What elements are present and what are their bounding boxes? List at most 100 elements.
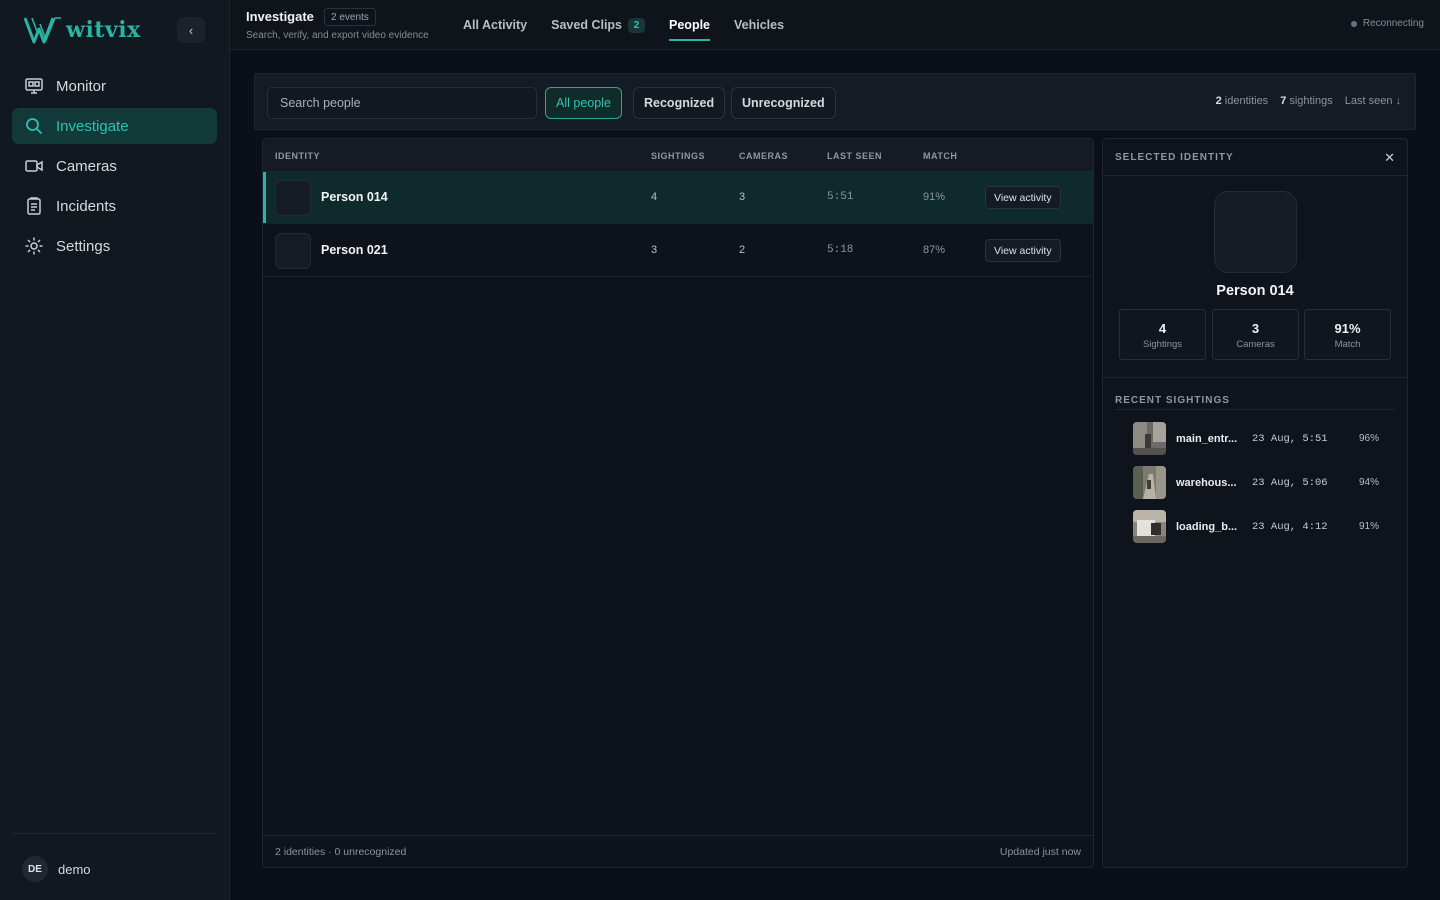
filter-bar: All people Recognized Unrecognized 2 ide… [254,73,1416,130]
tab-all-activity[interactable]: All Activity [463,0,527,50]
avatar: DE [22,856,48,882]
saved-clips-count-badge: 2 [628,17,646,33]
sidebar-item-label: Cameras [56,157,117,175]
last-seen-cell: 5:51 [827,191,854,203]
stat-label: Cameras [1236,339,1275,350]
close-icon[interactable]: ✕ [1384,150,1395,166]
panel-header: SELECTED IDENTITY ✕ [1103,139,1407,176]
results-summary: 2 identities 7 sightings Last seen ↓ [1216,95,1401,107]
stat-value: 4 [1158,321,1167,336]
sidebar-item-monitor[interactable]: Monitor [12,68,217,104]
sighting-thumbnail [1133,510,1166,543]
sidebar: witvix ‹ Monitor Investigate Cameras Inc… [0,0,230,900]
page-title: Investigate [246,9,314,24]
user-name: demo [58,861,91,877]
sightings-label: sightings [1289,95,1333,107]
user-menu[interactable]: DE demo [22,856,91,882]
stat-label: Sightings [1142,339,1183,350]
sighting-time: 23 Aug, 4:12 [1252,521,1328,533]
events-badge: 2 events [324,8,376,26]
column-header-cameras[interactable]: CAMERAS [739,151,788,161]
sort-dropdown[interactable]: Last seen ↓ [1345,95,1401,107]
column-header-sightings[interactable]: SIGHTINGS [651,151,705,161]
view-activity-button[interactable]: View activity [985,186,1061,209]
table-row[interactable]: Person 014 4 3 5:51 91% View activity [263,172,1093,224]
recent-sightings-title: RECENT SIGHTINGS [1115,395,1230,406]
column-header-identity[interactable]: IDENTITY [275,151,320,161]
sighting-thumbnail [1133,466,1166,499]
brand-name: witvix [66,17,141,43]
sighting-match: 96% [1358,433,1379,444]
panel-title: SELECTED IDENTITY [1115,152,1234,163]
tab-people[interactable]: People [669,0,711,50]
camera-icon [25,160,43,172]
stat-value: 91% [1334,321,1361,336]
sidebar-nav: Monitor Investigate Cameras Incidents Se… [12,68,217,268]
view-activity-button[interactable]: View activity [985,239,1061,262]
sighting-time: 23 Aug, 5:51 [1252,433,1328,445]
clipboard-icon [27,197,41,215]
sighting-camera: loading_b... [1176,521,1238,533]
identity-name: Person 014 [1216,283,1294,299]
identity-avatar-large [1214,191,1297,273]
search-input[interactable] [267,87,537,119]
identities-table: IDENTITY SIGHTINGS CAMERAS LAST SEEN MAT… [262,138,1094,868]
stat-value: 3 [1251,321,1260,336]
collapse-sidebar-button[interactable]: ‹ [177,17,205,43]
sighting-time: 23 Aug, 5:06 [1252,477,1328,489]
gear-icon [25,237,43,255]
sighting-item[interactable]: warehous... 23 Aug, 5:06 94% [1133,466,1379,500]
sidebar-item-settings[interactable]: Settings [12,228,217,264]
identity-name: Person 014 [321,190,388,204]
stat-sightings: 4 Sightings [1119,309,1206,360]
tab-label: People [669,18,711,32]
filter-all-people[interactable]: All people [545,87,622,119]
sighting-item[interactable]: loading_b... 23 Aug, 4:12 91% [1133,510,1379,544]
table-row[interactable]: Person 021 3 2 5:18 87% View activity [263,225,1093,277]
panel-divider [1103,377,1407,378]
tab-saved-clips[interactable]: Saved Clips 2 [551,0,646,50]
match-cell: 87% [923,244,946,256]
column-header-match[interactable]: MATCH [923,151,957,161]
sidebar-item-label: Incidents [56,197,117,215]
tab-label: Saved Clips [551,18,623,32]
recent-sightings-divider [1115,409,1395,410]
sightings-count: 7 [1280,95,1287,107]
sighting-camera: main_entr... [1176,433,1238,445]
sidebar-divider [12,833,217,834]
last-seen-cell: 5:18 [827,244,854,256]
stat-label: Match [1334,339,1361,350]
sidebar-item-incidents[interactable]: Incidents [12,188,217,224]
sighting-thumbnail [1133,422,1166,455]
sighting-item[interactable]: main_entr... 23 Aug, 5:51 96% [1133,422,1379,456]
connection-status: Reconnecting [1350,18,1424,29]
table-footer-summary: 2 identities · 0 unrecognized [275,846,407,858]
cameras-cell: 2 [739,244,746,256]
chevron-left-icon: ‹ [188,22,194,38]
page-subtitle: Search, verify, and export video evidenc… [246,30,429,41]
sidebar-item-label: Monitor [56,77,107,95]
table-header: IDENTITY SIGHTINGS CAMERAS LAST SEEN MAT… [263,139,1093,172]
tab-vehicles[interactable]: Vehicles [734,0,784,50]
sidebar-item-label: Settings [56,237,111,255]
match-cell: 91% [923,191,946,203]
status-text: Reconnecting [1362,18,1424,29]
filter-unrecognized[interactable]: Unrecognized [731,87,836,119]
stat-match: 91% Match [1304,309,1391,360]
top-bar: Investigate 2 events Search, verify, and… [230,0,1440,50]
stat-cameras: 3 Cameras [1212,309,1299,360]
sidebar-item-cameras[interactable]: Cameras [12,148,217,184]
filter-recognized[interactable]: Recognized [633,87,726,119]
identities-count: 2 [1215,95,1222,107]
column-header-last-seen[interactable]: LAST SEEN [827,151,882,161]
last-updated: Updated just now [999,846,1081,858]
table-footer: 2 identities · 0 unrecognized Updated ju… [263,835,1093,867]
sightings-cell: 4 [651,191,658,203]
status-dot-icon [1350,20,1357,27]
selected-identity-panel: SELECTED IDENTITY ✕ Person 014 4 Sightin… [1102,138,1408,868]
sidebar-item-investigate[interactable]: Investigate [12,108,217,144]
sidebar-item-label: Investigate [56,117,129,135]
cameras-cell: 3 [739,191,746,203]
brand-logo[interactable]: witvix [24,14,141,46]
sightings-cell: 3 [651,244,658,256]
